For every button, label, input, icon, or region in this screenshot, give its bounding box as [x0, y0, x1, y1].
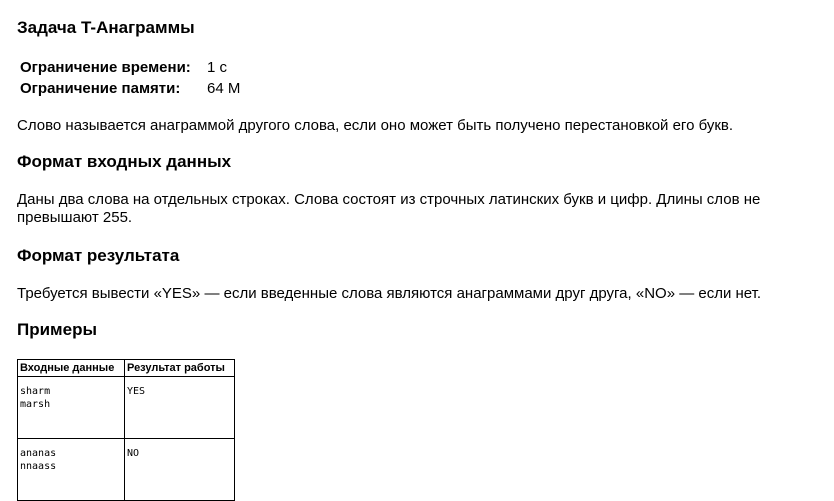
example-input-cell: ananas nnaass — [17, 438, 125, 501]
table-row: sharm marsh YES — [17, 376, 235, 439]
example-output-cell: NO — [124, 438, 235, 501]
problem-description: Слово называется анаграммой другого слов… — [17, 117, 734, 134]
examples-header-row: Входные данные Результат работы — [17, 359, 235, 377]
time-limit-row: Ограничение времени: 1 с — [20, 57, 240, 78]
page-title: Задача T-Анаграммы — [17, 18, 195, 37]
column-header-output: Результат работы — [124, 359, 235, 377]
table-row: ananas nnaass NO — [17, 438, 235, 501]
limits-block: Ограничение времени: 1 с Ограничение памя… — [20, 57, 240, 99]
example-input-line: marsh — [20, 399, 51, 410]
examples-table: Входные данные Результат работы sharm ma… — [17, 359, 235, 501]
memory-limit-label: Ограничение памяти: — [20, 80, 181, 97]
example-input-cell: sharm marsh — [17, 376, 125, 439]
memory-limit-value: 64 M — [207, 80, 241, 97]
example-input-line: sharm — [20, 386, 51, 397]
example-output-cell: YES — [124, 376, 235, 439]
column-header-input: Входные данные — [17, 359, 125, 377]
time-limit-label: Ограничение времени: — [20, 59, 191, 76]
output-format-heading: Формат результата — [17, 246, 180, 265]
example-output-line: YES — [127, 386, 146, 397]
examples-heading: Примеры — [17, 320, 97, 339]
input-format-heading: Формат входных данных — [17, 152, 232, 171]
time-limit-value: 1 с — [207, 59, 228, 76]
example-output-line: NO — [127, 448, 140, 459]
memory-limit-row: Ограничение памяти: 64 M — [20, 78, 240, 99]
input-format-text: Даны два слова на отдельных строках. Сло… — [17, 191, 761, 226]
example-input-line: ananas — [20, 448, 57, 459]
example-input-line: nnaass — [20, 461, 57, 472]
output-format-text: Требуется вывести «YES» — если введенные… — [17, 285, 762, 302]
